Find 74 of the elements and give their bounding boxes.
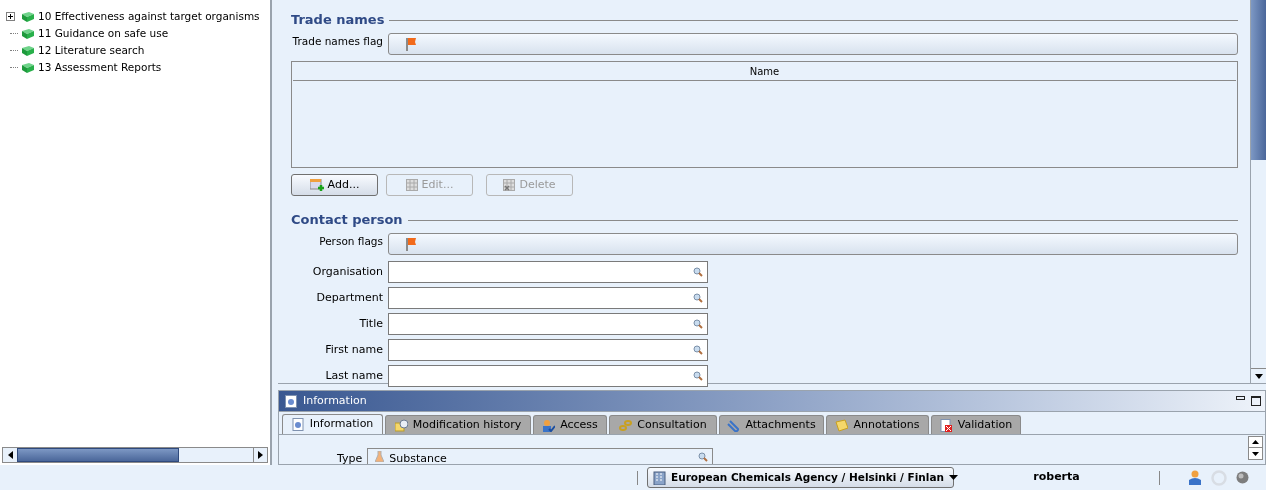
field-value: Substance [389, 450, 448, 464]
scrollbar-thumb[interactable] [17, 448, 179, 462]
clock-icon [394, 418, 408, 432]
table-add-icon [309, 178, 324, 192]
note-icon [835, 418, 849, 432]
tree-item[interactable]: 10 Effectiveness against target organisms [38, 8, 260, 25]
tab[interactable]: Validation [931, 415, 1021, 434]
minimize-icon[interactable] [1236, 396, 1245, 400]
input-field[interactable] [388, 261, 708, 283]
tab[interactable]: Attachments [719, 415, 824, 434]
section-heading: Trade names [291, 11, 385, 30]
search-icon [693, 293, 703, 303]
maximize-icon[interactable] [1251, 396, 1261, 406]
flag-icon [405, 237, 417, 251]
input-field[interactable] [388, 287, 708, 309]
book-icon [21, 27, 35, 40]
user-icon[interactable] [1188, 470, 1202, 485]
flask-icon [375, 451, 385, 462]
flag-field[interactable] [388, 33, 1238, 55]
right-arrow-icon [258, 451, 263, 459]
up-arrow-icon [1252, 440, 1259, 444]
expand-toggle[interactable] [6, 12, 15, 21]
scroll-up-button[interactable] [1249, 437, 1262, 448]
field-label: Person flags [318, 234, 384, 249]
tab[interactable]: Annotations [826, 415, 929, 434]
scrollbar-thumb[interactable] [1251, 0, 1266, 160]
tab[interactable]: Information [282, 414, 383, 434]
book-icon [21, 61, 35, 74]
flag-field[interactable] [388, 233, 1238, 255]
caret-icon [949, 475, 958, 480]
tree-item[interactable]: 12 Literature search [38, 42, 145, 59]
tab[interactable]: Modification history [385, 415, 531, 434]
field-label: Title [358, 315, 384, 332]
table-button[interactable]: Add... [291, 174, 378, 196]
search-icon [698, 451, 709, 462]
column-header[interactable]: Name [293, 63, 1236, 80]
search-icon [693, 371, 703, 381]
flag-icon [405, 37, 417, 51]
info-icon [291, 418, 305, 431]
table-delete-icon [503, 179, 516, 191]
username: roberta [1032, 469, 1081, 486]
document-error-icon [939, 418, 953, 432]
field-label: Trade names flag [291, 34, 384, 49]
tab[interactable]: Access [533, 415, 607, 434]
down-arrow-icon [1254, 373, 1263, 379]
tree-item[interactable]: 13 Assessment Reports [38, 59, 162, 76]
search-icon [693, 345, 703, 355]
scrollbar-track[interactable] [2, 447, 268, 463]
input-field[interactable] [388, 365, 708, 387]
left-arrow-icon [7, 451, 13, 459]
field-label: Type [337, 453, 364, 464]
field-label: First name [324, 341, 384, 358]
tree-item[interactable]: 11 Guidance on safe use [38, 25, 169, 42]
book-icon [21, 44, 35, 57]
info-icon [285, 394, 297, 408]
building-icon [653, 470, 666, 485]
table-icon [405, 179, 418, 191]
type-field[interactable]: Substance [367, 448, 714, 464]
section-heading: Contact person [291, 211, 403, 230]
status-dot-icon [1236, 471, 1249, 484]
field-label: Organisation [311, 263, 384, 280]
field-label: Department [315, 289, 384, 306]
panel-title: Information [303, 392, 368, 409]
input-field[interactable] [388, 339, 708, 361]
search-icon [693, 319, 703, 329]
chain-icon [619, 418, 633, 432]
field-label: Last name [324, 367, 384, 384]
book-icon [21, 10, 35, 23]
input-field[interactable] [388, 313, 708, 335]
paperclip-icon [727, 418, 741, 432]
search-icon [693, 267, 703, 277]
down-arrow-icon [1252, 451, 1259, 456]
user-icon [542, 418, 556, 432]
tab[interactable]: Consultation [609, 415, 717, 434]
